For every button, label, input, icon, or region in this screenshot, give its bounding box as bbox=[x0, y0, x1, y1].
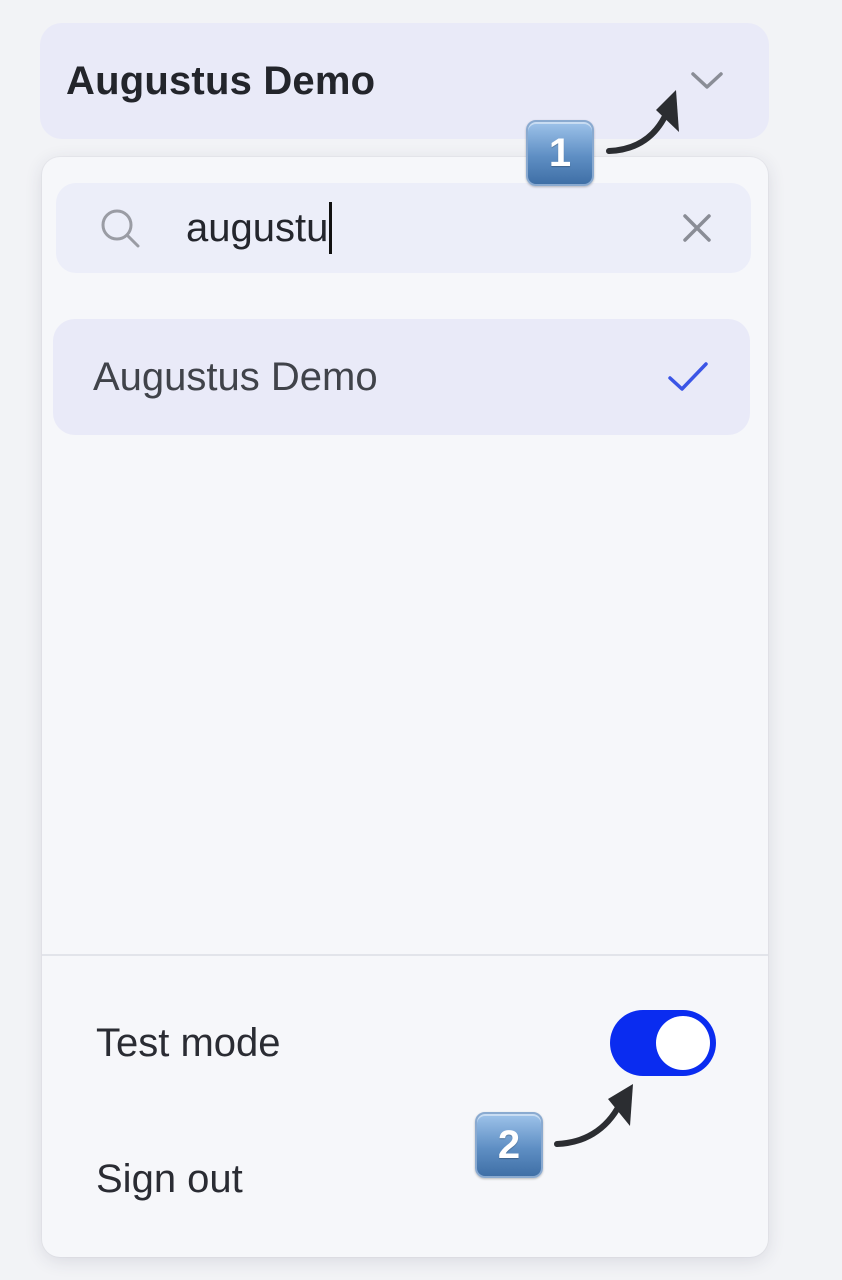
search-icon bbox=[96, 204, 144, 252]
toggle-knob bbox=[656, 1016, 710, 1070]
text-caret bbox=[329, 202, 333, 254]
account-switcher-label: Augustus Demo bbox=[66, 58, 376, 103]
account-menu-screen: Augustus Demo augustu Augustus Demo Test… bbox=[0, 0, 842, 1280]
search-box[interactable]: augustu bbox=[56, 183, 751, 273]
chevron-down-icon[interactable] bbox=[689, 69, 725, 93]
step-badge-1: 1 bbox=[526, 120, 594, 186]
search-input-value: augustu bbox=[186, 205, 329, 250]
step-badge-2: 2 bbox=[475, 1112, 543, 1178]
step-badge-1-label: 1 bbox=[548, 130, 572, 175]
test-mode-row: Test mode bbox=[96, 1009, 716, 1077]
account-option[interactable]: Augustus Demo bbox=[53, 319, 750, 435]
test-mode-label: Test mode bbox=[96, 1020, 281, 1065]
search-input[interactable]: augustu bbox=[186, 202, 677, 254]
account-option-label: Augustus Demo bbox=[93, 354, 378, 399]
sign-out-item[interactable]: Sign out bbox=[96, 1157, 243, 1202]
check-icon bbox=[666, 359, 710, 395]
step-badge-2-label: 2 bbox=[497, 1122, 521, 1167]
close-icon[interactable] bbox=[677, 208, 717, 248]
arrow-icon bbox=[554, 1084, 633, 1147]
test-mode-toggle[interactable] bbox=[610, 1010, 716, 1076]
arrow-icon bbox=[606, 90, 679, 154]
divider bbox=[42, 954, 768, 956]
account-dropdown-panel: augustu Augustus Demo Test mode Sign out bbox=[42, 157, 768, 1257]
